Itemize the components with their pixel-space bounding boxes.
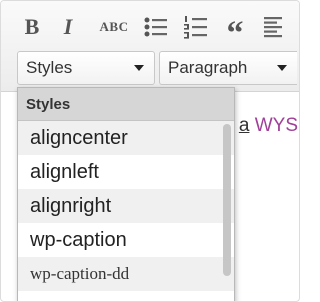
menu-item-aligncenter[interactable]: aligncenter [18,121,234,155]
menu-item-alignright[interactable]: alignright [18,189,234,223]
styles-select[interactable]: Styles [17,51,155,85]
italic-icon: I [63,14,73,39]
bulleted-list-button[interactable] [139,9,173,45]
menu-scrollbar[interactable] [223,124,231,276]
bold-icon: B [24,14,40,39]
blockquote-button[interactable]: “ [219,9,251,52]
numbered-list-icon [184,16,207,39]
styles-menu-header: Styles [18,88,234,121]
italic-button[interactable]: I [53,9,83,45]
bulleted-list-icon [144,17,167,37]
editor-frame: B I ABC “ Styles Paragraph a WYS Styles … [0,0,300,302]
menu-item-wp-caption-dd[interactable]: wp-caption-dd [18,257,234,291]
formatting-toolbar: B I ABC “ Styles Paragraph [1,1,299,92]
menu-item-alignleft[interactable]: alignleft [18,155,234,189]
strikethrough-button[interactable]: ABC [95,9,133,45]
bold-button[interactable]: B [15,9,49,45]
styles-select-value: Styles [26,58,73,77]
strikethrough-icon: ABC [99,19,129,34]
styles-dropdown-menu: Styles aligncenter alignleft alignright … [17,87,235,301]
format-select-value: Paragraph [168,58,248,77]
chevron-down-icon [134,65,144,71]
align-left-button[interactable] [259,9,289,45]
editor-text-underlined: a [238,115,250,136]
format-select[interactable]: Paragraph [159,51,297,85]
blockquote-icon: “ [226,15,244,52]
chevron-down-icon [277,65,287,71]
numbered-list-button[interactable] [179,9,213,45]
menu-item-wp-caption[interactable]: wp-caption [18,223,234,257]
align-left-icon [264,17,282,38]
editor-link-text[interactable]: WYS [255,115,298,136]
